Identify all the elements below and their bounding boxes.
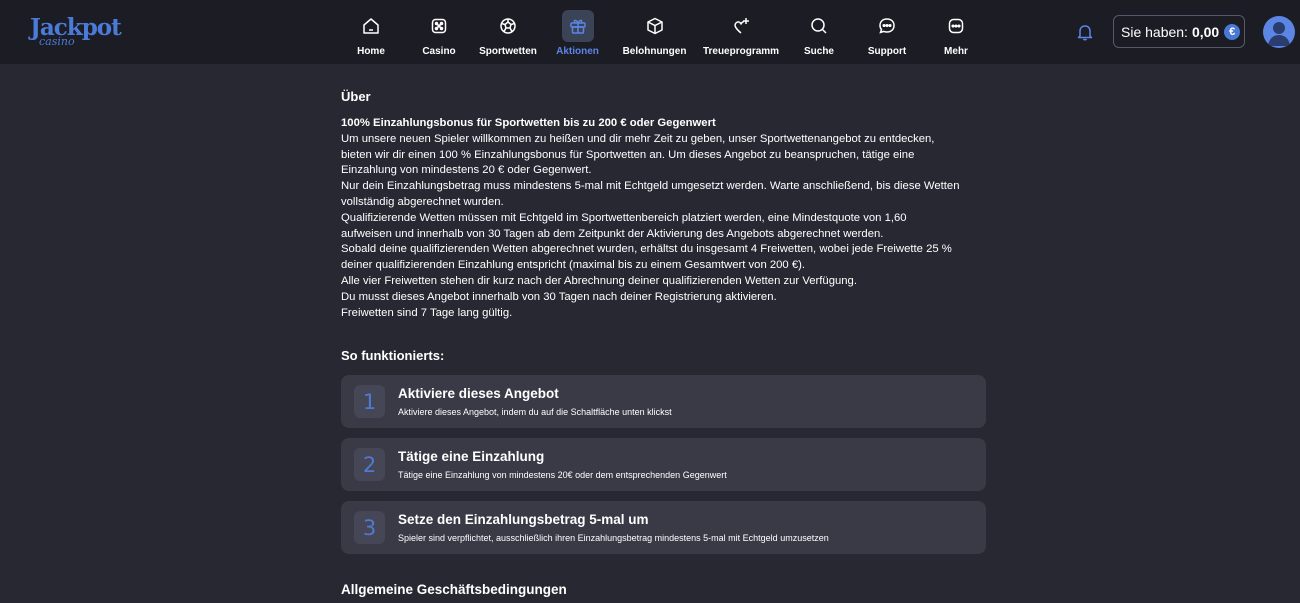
about-line: Du musst dieses Angebot innerhalb von 30… (341, 290, 777, 303)
step-description: Aktiviere dieses Angebot, indem du auf d… (398, 407, 672, 417)
nav-belohnungen[interactable]: Belohnungen (623, 10, 686, 58)
nav-treueprogramm[interactable]: Treueprogramm (703, 10, 779, 58)
chat-icon (871, 10, 903, 42)
about-line: Alle vier Freiwetten stehen dir kurz nac… (341, 274, 857, 287)
step-card-3: 3 Setze den Einzahlungsbetrag 5-mal um S… (341, 501, 986, 554)
top-header: Jackpot casino Home Casino Sportwetten A… (0, 0, 1300, 64)
balance-label: Sie haben: (1121, 23, 1188, 40)
nav-casino[interactable]: Casino (422, 10, 456, 58)
about-line: Nur dein Einzahlungsbetrag muss mindeste… (341, 180, 960, 193)
nav-suche[interactable]: Suche (803, 10, 835, 58)
dice-icon (423, 10, 455, 42)
about-line: Freiwetten sind 7 Tage lang gültig. (341, 306, 513, 319)
about-line: aufweisen und innerhalb von 30 Tagen ab … (341, 227, 884, 240)
soccer-ball-icon (492, 10, 524, 42)
balance-amount: 0,00 (1191, 23, 1220, 40)
gift-icon (561, 10, 594, 42)
step-number: 3 (354, 511, 385, 544)
step-description: Spieler sind verpflichtet, ausschließlic… (398, 533, 829, 543)
euro-icon: € (1224, 23, 1241, 40)
about-line: deiner qualifizierenden Einzahlung entsp… (341, 259, 806, 272)
about-line: Sobald deine qualifizierenden Wetten abg… (341, 243, 952, 256)
about-line: Qualifizierende Wetten müssen mit Echtge… (341, 211, 907, 224)
about-line: vollständig abgerechnet wurden. (341, 195, 504, 208)
balance-button[interactable]: Sie haben: 0,00 € (1113, 15, 1245, 48)
about-title: 100% Einzahlungsbonus für Sportwetten bi… (341, 117, 716, 129)
box-icon (639, 10, 671, 42)
home-icon (355, 10, 387, 42)
nav-aktionen[interactable]: Aktionen (556, 10, 599, 58)
search-icon (803, 10, 835, 42)
step-card-2: 2 Tätige eine Einzahlung Tätige eine Ein… (341, 438, 986, 491)
nav-mehr[interactable]: Mehr (940, 10, 972, 58)
avatar[interactable] (1263, 16, 1295, 48)
about-heading: Über (341, 89, 371, 104)
step-title: Tätige eine Einzahlung (398, 449, 545, 464)
step-title: Setze den Einzahlungsbetrag 5-mal um (398, 512, 649, 527)
step-title: Aktiviere dieses Angebot (398, 386, 559, 401)
jackpot-casino-logo[interactable]: Jackpot casino (30, 14, 122, 48)
nav-support[interactable]: Support (868, 10, 906, 58)
how-it-works-heading: So funktionierts: (341, 348, 445, 363)
about-text: 100% Einzahlungsbonus für Sportwetten bi… (341, 116, 989, 321)
sparkle-heart-icon (725, 10, 757, 42)
step-number: 2 (354, 448, 385, 481)
user-icon (1268, 22, 1290, 46)
about-line: Um unsere neuen Spieler willkommen zu he… (341, 132, 935, 145)
about-line: Einzahlung von mindestens 20 € oder Gege… (341, 164, 592, 177)
step-description: Tätige eine Einzahlung von mindestens 20… (398, 470, 727, 480)
terms-heading[interactable]: Allgemeine Geschäftsbedingungen (341, 582, 567, 597)
step-number: 1 (354, 385, 385, 418)
step-card-1: 1 Aktiviere dieses Angebot Aktiviere die… (341, 375, 986, 428)
about-line: bieten wir dir einen 100 % Einzahlungsbo… (341, 148, 915, 161)
nav-home[interactable]: Home (355, 10, 387, 58)
bell-icon[interactable] (1075, 22, 1095, 42)
more-icon (940, 10, 972, 42)
nav-sportwetten[interactable]: Sportwetten (479, 10, 537, 58)
